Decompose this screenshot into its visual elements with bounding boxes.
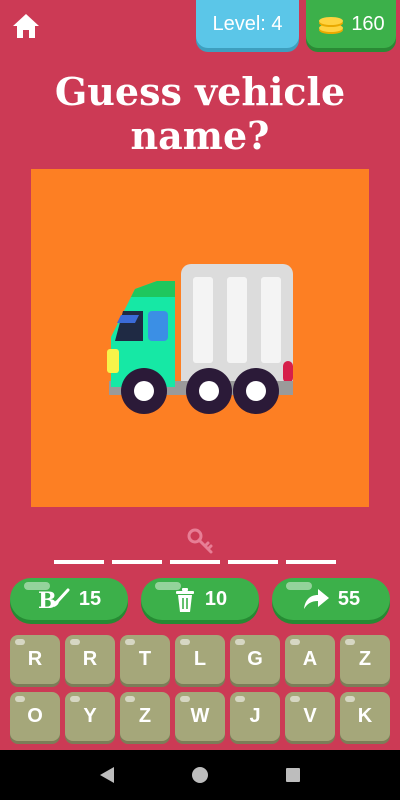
trash-icon [175,588,194,612]
share-icon [303,589,329,609]
level-indicator: Level: 4 [196,0,299,48]
home-icon [13,14,39,38]
letter-key[interactable]: Y [65,692,115,741]
letter-key[interactable]: G [230,635,280,684]
back-icon[interactable] [100,767,114,783]
skip-button[interactable]: 55 [272,578,390,620]
help-buttons: B 15 10 55 [10,578,390,620]
home-circle-icon[interactable] [192,767,208,783]
answer-slot[interactable] [54,560,104,564]
system-navigation-bar [0,750,400,800]
coins-counter[interactable]: 160 [306,0,396,48]
question-title: Guess vehicle name? [0,70,400,158]
letter-key[interactable]: K [340,692,390,741]
question-title-line2: name? [130,113,270,158]
letter-key[interactable]: A [285,635,335,684]
coins-icon [319,17,344,34]
letter-key[interactable]: W [175,692,225,741]
question-image [31,169,369,507]
answer-slot[interactable] [112,560,162,564]
letter-key[interactable]: T [120,635,170,684]
reveal-key-button[interactable] [186,527,216,557]
letter-key[interactable]: R [10,635,60,684]
letter-key[interactable]: O [10,692,60,741]
reveal-letter-cost: 15 [78,587,102,610]
letter-key[interactable]: L [175,635,225,684]
letter-key[interactable]: V [285,692,335,741]
coins-value: 160 [351,12,385,35]
remove-letters-button[interactable]: 10 [141,578,259,620]
home-button[interactable] [10,10,42,42]
answer-slot[interactable] [170,560,220,564]
letter-key[interactable]: Z [340,635,390,684]
svg-text:B: B [38,588,57,612]
truck-icon [107,264,293,414]
question-title-line1: Guess vehicle [54,69,346,114]
key-icon [187,528,213,554]
brush-icon: B [38,588,70,612]
letter-keyboard: R R T L G A Z O Y Z W J V K [10,635,392,741]
answer-slot[interactable] [286,560,336,564]
answer-slot[interactable] [228,560,278,564]
answer-slots [54,560,336,564]
reveal-letter-button[interactable]: B 15 [10,578,128,620]
recent-apps-icon[interactable] [286,768,300,782]
remove-letters-cost: 10 [204,587,228,610]
letter-key[interactable]: R [65,635,115,684]
level-text: Level: 4 [212,12,283,35]
letter-key[interactable]: J [230,692,280,741]
letter-key[interactable]: Z [120,692,170,741]
skip-cost: 55 [337,587,361,610]
